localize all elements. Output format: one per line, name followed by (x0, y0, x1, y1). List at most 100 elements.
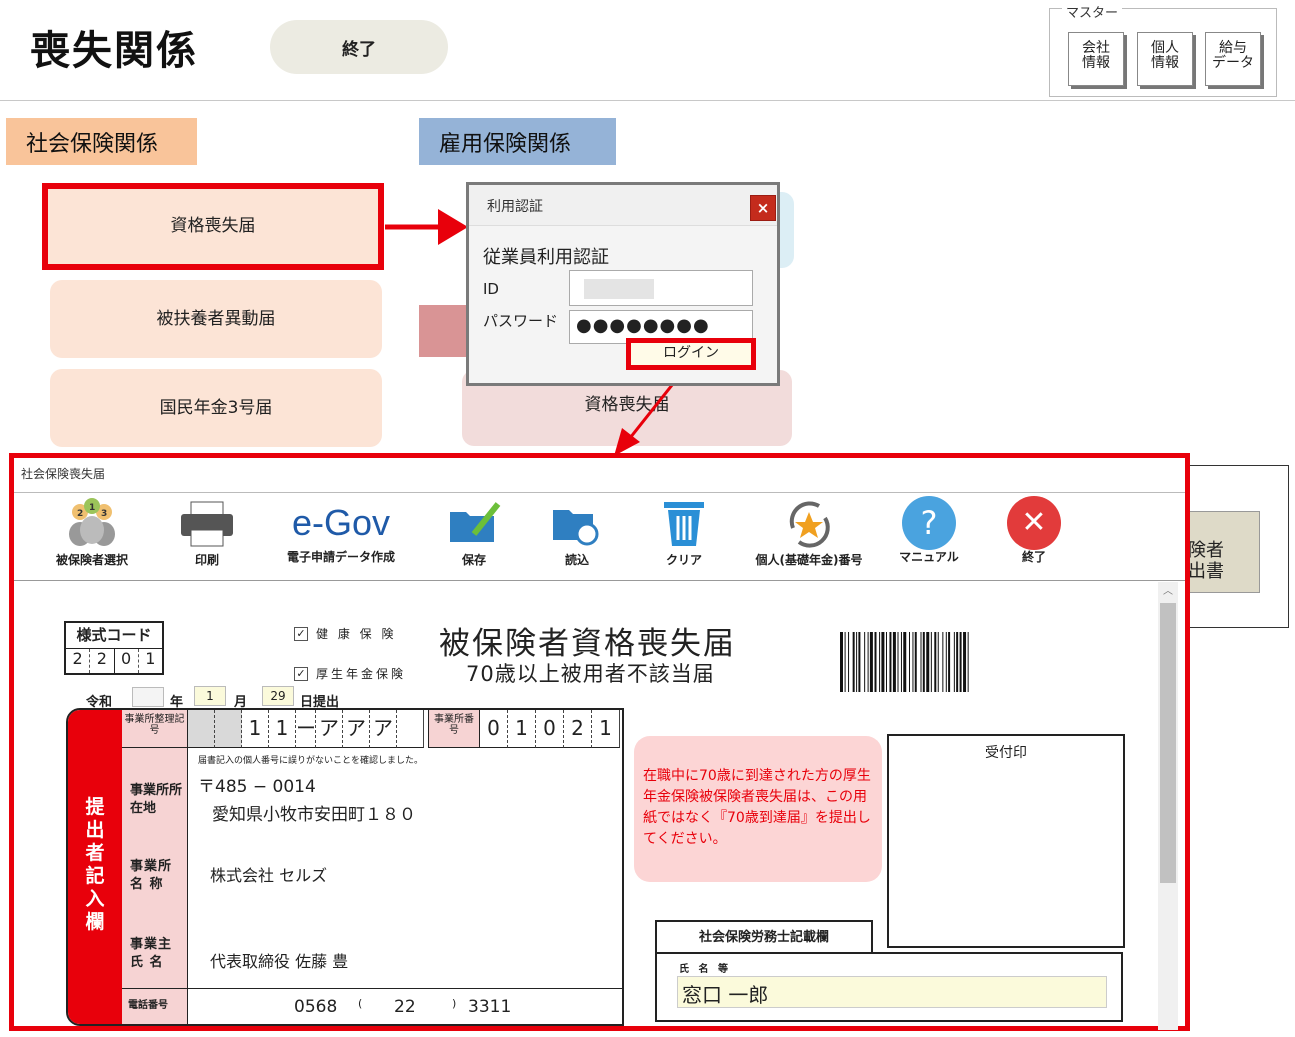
egov-tool[interactable]: e-Gov 電子申請データ作成 (276, 498, 406, 565)
save-folder-icon (450, 502, 501, 542)
barcode-bar (856, 632, 858, 692)
dependent-change-button[interactable]: 被扶養者異動届 (50, 280, 382, 358)
barcode-bar (963, 632, 967, 692)
barcode-bar (909, 632, 910, 692)
barcode-bar (912, 632, 914, 692)
barcode (840, 632, 969, 692)
save-tool[interactable]: 保存 (444, 498, 504, 568)
dialog-title: 利用認証 (487, 199, 543, 215)
health-insurance-checkbox[interactable]: ✓ 健 康 保 険 (294, 625, 396, 642)
master-label: マスター (1062, 2, 1123, 21)
employment-insurance-header: 雇用保険関係 (419, 118, 616, 165)
barcode-bar (959, 632, 962, 692)
barcode-bar (934, 632, 937, 692)
office-reg-cell: ア (370, 710, 397, 748)
company-info-button[interactable]: 会社 情報 (1068, 32, 1124, 86)
help-icon: ? (902, 496, 956, 550)
barcode-bar (897, 632, 899, 692)
employment-button-hidden-2[interactable] (419, 305, 469, 357)
svg-text:2: 2 (77, 509, 83, 519)
office-no-cell: 0 (480, 710, 508, 748)
exit-tool[interactable]: ✕ 終了 (1004, 496, 1064, 565)
svg-text:3: 3 (101, 509, 107, 519)
label-column: 事業所所在地 事業所名 称 事業主氏 名 電話番号 (122, 748, 188, 1024)
barcode-bar (956, 632, 959, 692)
sharoushi-name-label: 氏 名 等 (679, 964, 731, 975)
scroll-thumb[interactable] (1160, 603, 1176, 883)
office-name[interactable]: 株式会社 セルズ (210, 862, 327, 886)
loss-form-window: 社会保険喪失届 213 被保険者選択 印刷 e-Gov 電子申請データ作成 保存 (9, 453, 1190, 1031)
barcode-bar (900, 632, 902, 692)
pension-number-tool[interactable]: 個人(基礎年金)番号 (739, 498, 879, 568)
print-tool[interactable]: 印刷 (172, 498, 242, 568)
page-title: 喪失関係 (30, 28, 198, 74)
login-button[interactable]: ログイン (626, 338, 756, 370)
phone-mid[interactable]: 22 (394, 997, 416, 1017)
dialog-body: 従業員利用認証 ID パスワード ●●●●●●●● ログイン (469, 225, 777, 383)
postal-code[interactable]: 〒485 − 0014 (198, 772, 316, 797)
clear-tool[interactable]: クリア (654, 498, 714, 568)
day-field[interactable]: 29 (262, 686, 294, 706)
phone-last[interactable]: 3311 (468, 997, 511, 1017)
phone-area[interactable]: 0568 (294, 997, 337, 1017)
barcode-bar (953, 632, 955, 692)
barcode-bar (914, 632, 917, 692)
toolbar-divider (14, 580, 1185, 581)
close-icon: ✕ (1007, 496, 1061, 550)
style-code-box: 様式コード 2 2 0 1 (64, 621, 164, 675)
social-insurance-header: 社会保険関係 (6, 118, 197, 165)
barcode-bar (926, 632, 930, 692)
dialog-close-button[interactable]: × (750, 195, 776, 221)
id-input[interactable] (569, 270, 753, 306)
manual-tool[interactable]: ? マニュアル (894, 496, 964, 565)
select-insured-tool[interactable]: 213 被保険者選択 (42, 498, 142, 568)
office-no-cell: 0 (536, 710, 564, 748)
header-divider (0, 100, 1295, 101)
office-number[interactable]: 01021 (480, 710, 620, 748)
office-reg-code[interactable]: 11ーアアア (188, 710, 424, 748)
office-no-cell: 2 (564, 710, 592, 748)
salary-data-button[interactable]: 給与 データ (1205, 32, 1261, 86)
barcode-bar (852, 632, 855, 692)
barcode-bar (930, 632, 932, 692)
scrollbar[interactable]: ︿ (1158, 582, 1178, 1030)
reception-stamp-box: 受付印 (887, 734, 1125, 948)
office-reg-cell: ア (316, 710, 343, 748)
office-reg-label: 事業所整理記号 (122, 710, 188, 748)
end-button[interactable]: 終了 (270, 20, 448, 74)
pension-insurance-checkbox[interactable]: ✓ 厚生年金保険 (294, 665, 406, 682)
sharoushi-name-field[interactable]: 窓口 一郎 (677, 976, 1107, 1008)
people-icon: 213 (69, 498, 115, 546)
barcode-bar (874, 632, 877, 692)
phone-label: 電話番号 (128, 1000, 168, 1011)
phone-row-divider (188, 988, 622, 989)
phone-paren-open: ( (358, 997, 363, 1010)
checkmark-icon: ✓ (294, 666, 308, 681)
bg-partial-button[interactable]: 険者 出書 (1188, 511, 1260, 593)
personal-info-button[interactable]: 個人 情報 (1137, 32, 1193, 86)
owner-name[interactable]: 代表取締役 佐藤 豊 (210, 948, 348, 972)
office-address[interactable]: 愛知県小牧市安田町１８０ (212, 800, 416, 825)
pension-3-button[interactable]: 国民年金3号届 (50, 369, 382, 447)
barcode-bar (937, 632, 939, 692)
barcode-bar (844, 632, 846, 692)
load-tool[interactable]: 読込 (547, 498, 607, 568)
social-loss-button[interactable]: 資格喪失届 (42, 183, 384, 270)
barcode-bar (920, 632, 922, 692)
checkmark-icon: ✓ (294, 626, 308, 641)
month-field[interactable]: 1 (194, 686, 226, 706)
dialog-heading: 従業員利用認証 (483, 247, 609, 268)
scroll-up-icon[interactable]: ︿ (1158, 582, 1178, 597)
barcode-bar (889, 632, 892, 692)
owner-label: 事業主氏 名 (130, 937, 173, 970)
sharoushi-box: 氏 名 等 窓口 一郎 (655, 952, 1123, 1022)
year-field[interactable] (132, 687, 164, 707)
submitter-section: 提出者記入欄 事業所整理記号 11ーアアア 事業所番号 01021 事業所所在地… (66, 708, 624, 1026)
address-label: 事業所所在地 (130, 783, 183, 816)
id-label: ID (483, 280, 499, 298)
office-reg-cell: 1 (242, 710, 269, 748)
office-reg-cell: ア (343, 710, 370, 748)
barcode-bar (867, 632, 869, 692)
office-no-cell: 1 (592, 710, 620, 748)
doc-title: 被保険者資格喪失届 (439, 626, 736, 662)
